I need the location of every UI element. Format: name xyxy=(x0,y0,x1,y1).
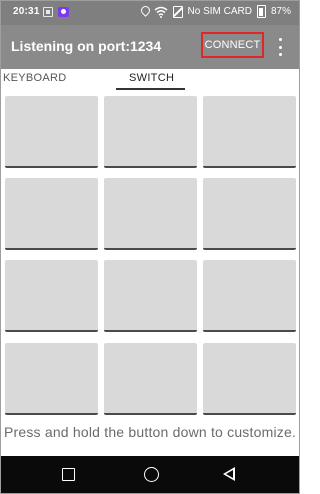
screen: 20:31 No SIM CARD 87% Listening on port:… xyxy=(0,0,300,494)
tab-indicator xyxy=(116,88,185,90)
no-sim-text: No SIM CARD xyxy=(187,6,252,17)
tab-keyboard[interactable]: KEYBOARD xyxy=(3,72,67,84)
battery-icon xyxy=(256,5,266,18)
home-icon[interactable] xyxy=(144,467,159,482)
switch-button[interactable] xyxy=(5,96,98,168)
tab-switch[interactable]: SWITCH xyxy=(129,72,174,84)
more-vert-icon[interactable] xyxy=(276,36,284,58)
connect-button[interactable]: CONNECT xyxy=(201,32,264,58)
screenshot-icon xyxy=(43,7,53,17)
status-time: 20:31 xyxy=(13,6,40,17)
tab-bar: KEYBOARD SWITCH xyxy=(1,69,299,91)
battery-percent: 87% xyxy=(270,6,291,17)
switch-button[interactable] xyxy=(5,343,98,415)
status-right: No SIM CARD 87% xyxy=(140,5,291,18)
wifi-icon xyxy=(154,6,168,18)
status-bar: 20:31 No SIM CARD 87% xyxy=(1,1,299,25)
recent-apps-icon[interactable] xyxy=(62,468,75,481)
hint-text: Press and hold the button down to custom… xyxy=(3,424,297,440)
switch-button[interactable] xyxy=(104,178,197,250)
switch-button[interactable] xyxy=(5,260,98,332)
switch-button[interactable] xyxy=(203,96,296,168)
app-bar: Listening on port:1234 CONNECT xyxy=(1,25,299,69)
switch-button[interactable] xyxy=(5,178,98,250)
app-title: Listening on port:1234 xyxy=(11,38,162,54)
no-sim-icon xyxy=(172,5,183,18)
switch-button[interactable] xyxy=(203,260,296,332)
switch-button[interactable] xyxy=(104,260,197,332)
switch-button[interactable] xyxy=(203,178,296,250)
switch-button[interactable] xyxy=(104,343,197,415)
back-icon[interactable] xyxy=(223,467,235,481)
switch-button[interactable] xyxy=(203,343,296,415)
location-icon xyxy=(140,6,149,18)
nav-bar xyxy=(1,456,299,493)
app-icon xyxy=(58,7,69,17)
switch-button[interactable] xyxy=(104,96,197,168)
